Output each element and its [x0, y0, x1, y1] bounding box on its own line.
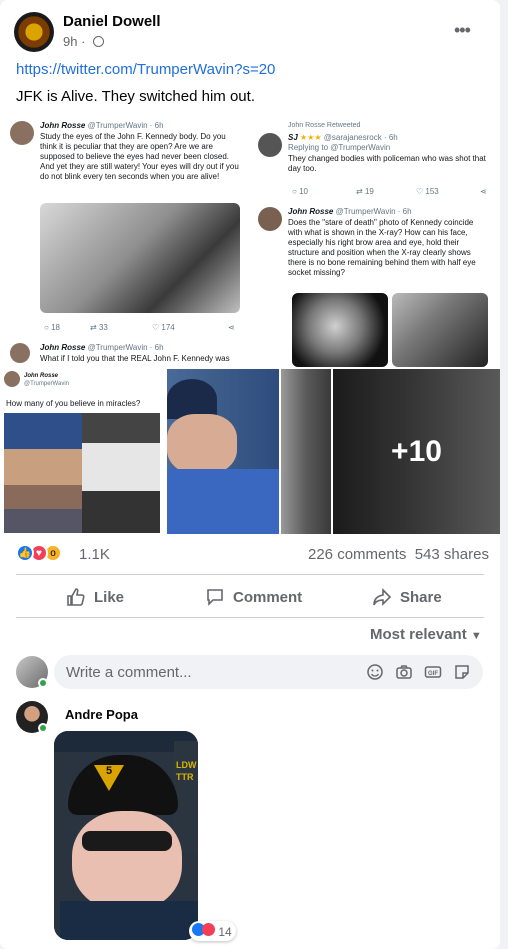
- tweet-card-4: John Rosse @TrumperWavin · 6h What if I …: [10, 343, 242, 365]
- like-count: ♡ 153: [416, 187, 439, 196]
- love-reaction-icon: [202, 923, 215, 936]
- xray-photo: [292, 293, 388, 367]
- like-button[interactable]: Like: [66, 585, 124, 609]
- emoji-icon[interactable]: [366, 663, 384, 681]
- post-stats: 226 comments 543 shares: [308, 546, 489, 563]
- online-status-icon: [38, 723, 48, 733]
- reply-count: ○ 10: [292, 187, 308, 196]
- avatar: [258, 207, 282, 231]
- caret-down-icon: ▼: [470, 630, 482, 642]
- comment-photo[interactable]: LDW TTR 5: [54, 731, 198, 940]
- tweet-header: John Rosse @TrumperWavin · 6h: [40, 121, 164, 131]
- avatar: [258, 133, 282, 157]
- gif-icon[interactable]: GIF: [424, 663, 442, 681]
- globe-icon: [93, 36, 105, 47]
- tweet-body: How many of you believe in miracles?: [6, 399, 141, 408]
- commenter-name[interactable]: Andre Popa: [65, 707, 138, 722]
- tweet-body: Does the "stare of death" photo of Kenne…: [288, 218, 476, 277]
- online-status-icon: [38, 678, 48, 688]
- photo-veteran-2[interactable]: [167, 369, 279, 534]
- comment-reactions[interactable]: 14: [189, 921, 236, 941]
- tweet-card-2: John Rosse Retweeted SJ ★★★ @sarajanesro…: [258, 121, 494, 201]
- tweet-photo: [392, 293, 488, 367]
- tweet-meta: @TrumperWavin · 6h: [87, 121, 164, 130]
- thumbs-up-icon: [67, 588, 85, 606]
- tweet-meta: @sarajanesrock · 6h: [323, 133, 398, 142]
- sort-label: Most relevant: [370, 626, 467, 643]
- more-options-icon[interactable]: •••: [454, 20, 471, 41]
- share-label: Share: [400, 588, 442, 606]
- photo-jfk-bw[interactable]: [281, 369, 331, 534]
- face: [72, 811, 182, 911]
- timestamp[interactable]: 9h: [63, 34, 77, 49]
- shares-count[interactable]: 543 shares: [415, 546, 489, 563]
- tweet-meta: @TrumperWavin · 6h: [335, 207, 412, 216]
- author-name[interactable]: Daniel Dowell: [63, 13, 161, 30]
- comment-button[interactable]: Comment: [205, 585, 302, 609]
- reply-count: ○ 18: [44, 323, 60, 332]
- like-reaction-icon: 👍: [16, 544, 34, 562]
- post-media[interactable]: John Rosse @TrumperWavin · 6h Study the …: [0, 117, 500, 534]
- share-icon: ⋖: [228, 323, 235, 332]
- tweet-header: SJ ★★★ @sarajanesrock · 6h: [288, 133, 398, 142]
- comments-count[interactable]: 226 comments: [308, 546, 406, 563]
- reaction-count[interactable]: 1.1K: [79, 546, 110, 563]
- share-icon: ⋖: [480, 187, 487, 196]
- avatar: [10, 343, 30, 363]
- tweet-collage-top: John Rosse @TrumperWavin · 6h Study the …: [0, 117, 500, 367]
- tweet-replying: Replying to @TrumperWavin: [288, 143, 391, 152]
- comment-placeholder: Write a comment...: [66, 664, 192, 681]
- post-time: 9h ·: [63, 34, 105, 49]
- tweet-card-3: John Rosse @TrumperWavin · 6h Does the "…: [258, 207, 494, 367]
- more-photos-overlay[interactable]: +10: [333, 369, 500, 534]
- sunglasses: [82, 831, 172, 851]
- post-text: JFK is Alive. They switched him out.: [16, 88, 255, 105]
- tweet-card-1: John Rosse @TrumperWavin · 6h Study the …: [10, 121, 242, 343]
- sticker-icon[interactable]: [453, 663, 471, 681]
- cap: [167, 379, 217, 419]
- photo-strip: John Rosse @TrumperWavin How many of you…: [0, 369, 500, 534]
- tweet-author: John Rosse: [40, 121, 86, 130]
- post-link[interactable]: https://twitter.com/TrumperWavin?s=20: [16, 61, 275, 78]
- tweet-meta: @TrumperWavin: [24, 381, 69, 387]
- tweet-author: John Rosse: [40, 343, 86, 352]
- post-card: Daniel Dowell 9h · ••• https://twitter.c…: [0, 0, 500, 949]
- photo-miracles[interactable]: John Rosse @TrumperWavin How many of you…: [0, 369, 165, 534]
- shirt: [167, 469, 279, 534]
- avatar: [10, 121, 34, 145]
- tweet-author: John Rosse: [288, 207, 334, 216]
- tweet-body: Study the eyes of the John F. Kennedy bo…: [40, 132, 239, 181]
- share-icon: [373, 588, 392, 606]
- face: [167, 414, 237, 474]
- retweet-count: ⇄ 33: [90, 323, 108, 332]
- tweet-author: SJ: [288, 133, 298, 142]
- svg-text:GIF: GIF: [428, 671, 438, 677]
- share-button[interactable]: Share: [372, 585, 442, 609]
- comment-reaction-count: 14: [218, 925, 232, 939]
- jfk-photo: [82, 413, 160, 533]
- like-label: Like: [94, 588, 125, 606]
- jacket: [60, 901, 198, 940]
- camera-icon[interactable]: [395, 663, 413, 681]
- tweet-header: John Rosse @TrumperWavin · 6h: [288, 207, 412, 217]
- divider: [16, 617, 484, 618]
- avatar: [4, 371, 20, 387]
- veteran-photo: [4, 413, 82, 533]
- comment-input[interactable]: Write a comment... GIF: [54, 655, 483, 689]
- like-count: ♡ 174: [152, 323, 175, 332]
- author-avatar[interactable]: [14, 12, 54, 52]
- divider: [16, 574, 484, 575]
- comment-sort[interactable]: Most relevant ▼: [370, 626, 482, 643]
- tweet-body: What if I told you that the REAL John F.…: [40, 354, 230, 363]
- tweet-header: John Rosse @TrumperWavin · 6h: [40, 343, 164, 353]
- retweet-count: ⇄ 19: [356, 187, 374, 196]
- retweet-label: John Rosse Retweeted: [288, 122, 361, 129]
- tweet-meta: @TrumperWavin · 6h: [87, 343, 164, 352]
- comment-icon: [207, 589, 223, 606]
- tweet-body: They changed bodies with policeman who w…: [288, 154, 486, 173]
- jacket-patch: LDW TTR: [174, 741, 198, 851]
- tweet-photo: [40, 203, 240, 313]
- comment-label: Comment: [233, 588, 303, 606]
